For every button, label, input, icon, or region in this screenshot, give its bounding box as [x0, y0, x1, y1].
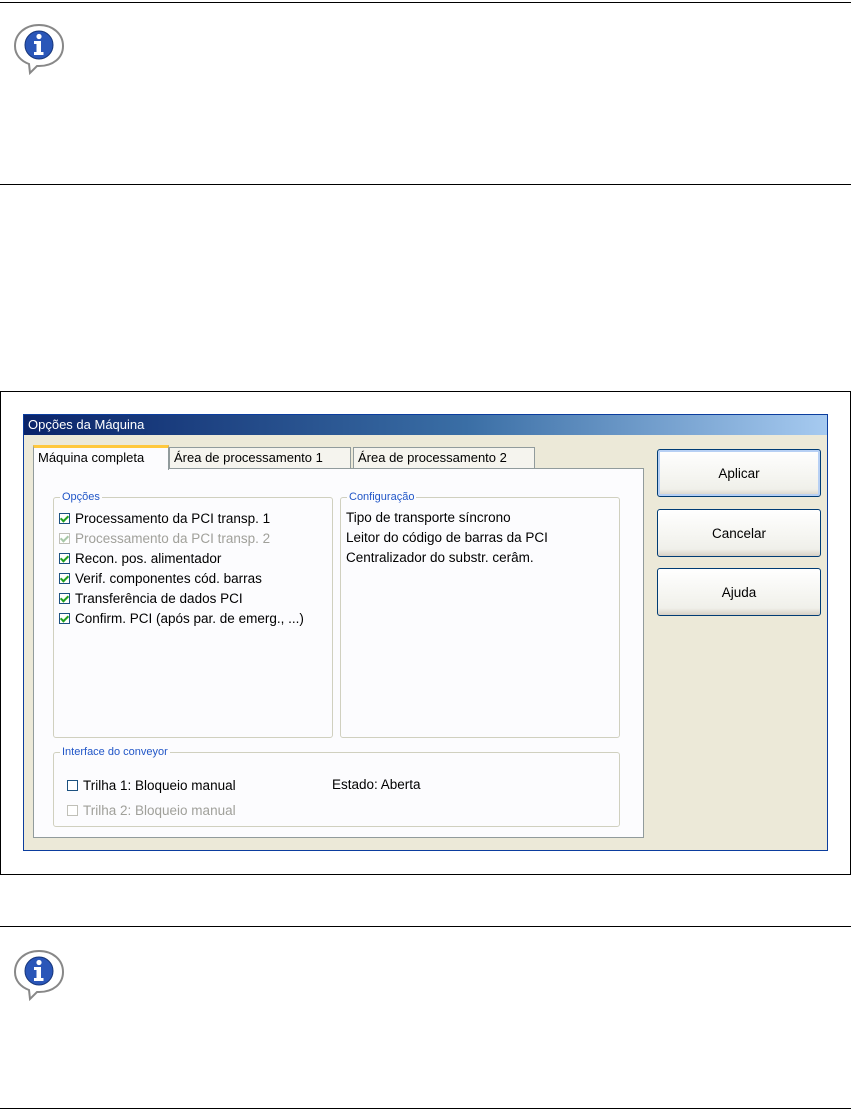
option-label: Verif. componentes cód. barras — [75, 570, 262, 586]
option-pcb-processing-lane-1[interactable]: Processamento da PCI transp. 1 — [59, 508, 270, 528]
cancel-button[interactable]: Cancelar — [657, 509, 821, 557]
configuration-group: Configuração Tipo de transporte síncrono… — [340, 490, 620, 738]
lane-2-label: Trilha 2: Bloqueio manual — [83, 802, 236, 818]
option-label: Recon. pos. alimentador — [75, 550, 222, 566]
info-note-icon — [10, 946, 68, 1004]
option-barcode-component-verification[interactable]: Verif. componentes cód. barras — [59, 568, 262, 588]
bottom-rule — [0, 1108, 851, 1109]
top-note-bottom-rule — [0, 184, 851, 185]
config-line: Tipo de transporte síncrono — [346, 510, 511, 525]
info-note-icon — [10, 20, 68, 78]
tab-processing-area-1[interactable]: Área de processamento 1 — [169, 447, 351, 468]
configuration-group-legend: Configuração — [347, 490, 417, 504]
checkbox-checked[interactable] — [59, 572, 70, 584]
option-label: Processamento da PCI transp. 2 — [75, 530, 271, 546]
top-rule — [0, 2, 851, 3]
options-group: Opções Processamento da PCI transp. 1 Pr… — [53, 490, 333, 738]
conveyor-interface-group: Interface do conveyor Trilha 1: Bloqueio… — [53, 745, 620, 827]
options-group-legend: Opções — [60, 490, 102, 504]
checkbox-checked-disabled — [59, 532, 70, 544]
lane-1-manual-lock[interactable]: Trilha 1: Bloqueio manual — [67, 775, 236, 795]
machine-options-dialog: Opções da Máquina Área de processamento … — [23, 414, 828, 851]
checkbox-checked[interactable] — [59, 512, 70, 524]
config-line: Centralizador do substr. cerâm. — [346, 550, 534, 565]
option-label: Transferência de dados PCI — [75, 590, 243, 606]
apply-button[interactable]: Aplicar — [657, 449, 821, 497]
checkbox-checked[interactable] — [59, 592, 70, 604]
option-label: Confirm. PCI (após par. de emerg., ...) — [75, 610, 304, 626]
bottom-note-top-rule — [0, 926, 851, 927]
checkbox-checked[interactable] — [59, 552, 70, 564]
lane-1-label: Trilha 1: Bloqueio manual — [83, 777, 236, 793]
tab-panel-full-machine: Opções Processamento da PCI transp. 1 Pr… — [33, 468, 644, 838]
option-pcb-processing-lane-2: Processamento da PCI transp. 2 — [59, 528, 270, 548]
tab-full-machine[interactable]: Máquina completa — [33, 445, 169, 470]
option-feeder-position-recognition[interactable]: Recon. pos. alimentador — [59, 548, 221, 568]
checkbox-unchecked-disabled — [67, 804, 78, 816]
option-pcb-data-transfer[interactable]: Transferência de dados PCI — [59, 588, 243, 608]
tab-processing-area-2[interactable]: Área de processamento 2 — [353, 447, 535, 468]
dialog-title: Opções da Máquina — [24, 415, 827, 435]
conveyor-group-legend: Interface do conveyor — [60, 745, 170, 759]
config-line: Leitor do código de barras da PCI — [346, 530, 548, 545]
conveyor-status: Estado: Aberta — [332, 777, 421, 792]
checkbox-unchecked[interactable] — [67, 779, 78, 791]
help-button[interactable]: Ajuda — [657, 568, 821, 616]
lane-2-manual-lock: Trilha 2: Bloqueio manual — [67, 800, 236, 820]
option-label: Processamento da PCI transp. 1 — [75, 510, 271, 526]
checkbox-checked[interactable] — [59, 612, 70, 624]
option-pcb-confirmation[interactable]: Confirm. PCI (após par. de emerg., ...) — [59, 608, 304, 628]
dialog-client-area: Área de processamento 1 Área de processa… — [24, 435, 827, 850]
